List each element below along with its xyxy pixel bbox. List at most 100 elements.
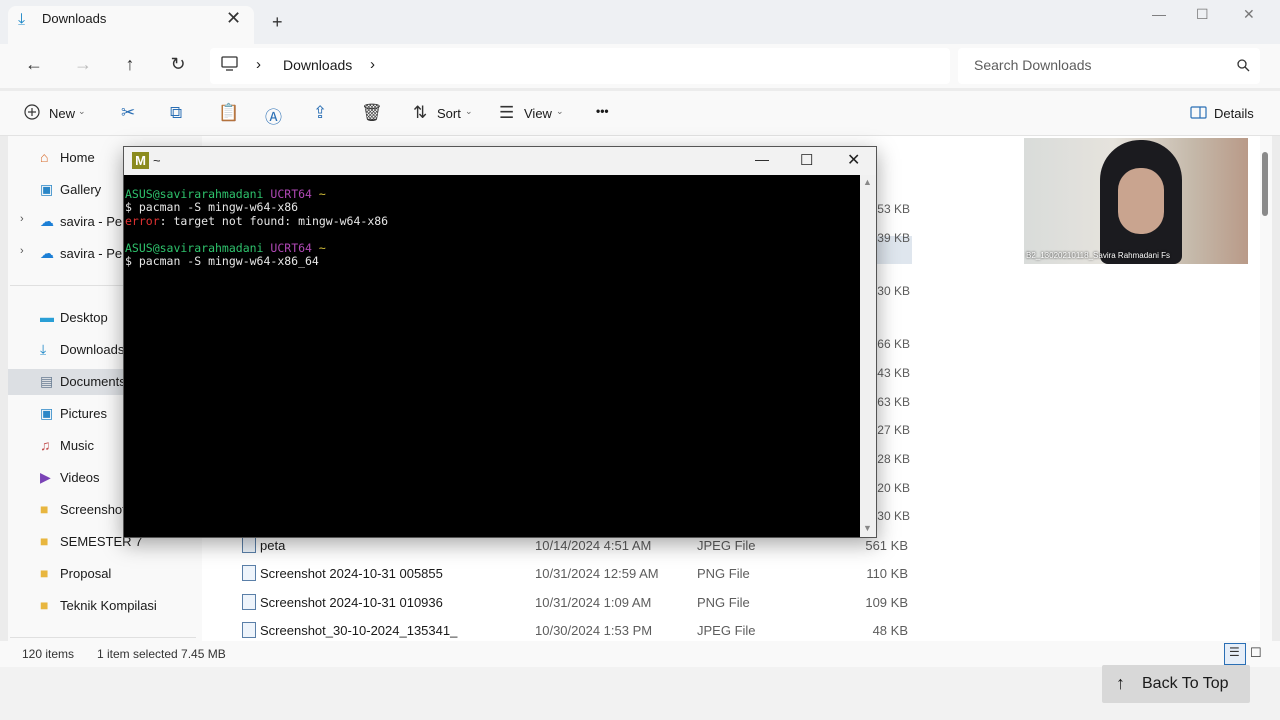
prompt-user: ASUS@savirarahmadani — [125, 241, 264, 255]
scroll-up-icon[interactable]: ▲ — [863, 177, 872, 187]
chevron-down-icon: ⌄ — [465, 106, 473, 116]
sidebar-item-label: Desktop — [60, 310, 108, 325]
image-file-icon — [242, 565, 256, 581]
view-button[interactable]: View — [524, 106, 552, 121]
selection-info: 1 item selected 7.45 MB — [97, 647, 226, 661]
file-size: 561 KB — [865, 538, 908, 553]
delete-icon[interactable]: 🗑 — [361, 103, 383, 123]
sidebar-item-label: Downloads — [60, 342, 125, 357]
error-label: error — [125, 214, 160, 228]
up-arrow-icon[interactable]: ↑ — [118, 54, 142, 75]
music-icon: ♫ — [40, 437, 51, 453]
share-icon[interactable]: ⇪ — [313, 103, 327, 123]
back-to-top-button[interactable]: ↑ Back To Top — [1102, 665, 1250, 703]
new-icon[interactable] — [24, 104, 41, 121]
download-icon: ⤓ — [18, 11, 26, 28]
file-type: PNG File — [697, 595, 750, 610]
scroll-down-icon[interactable]: ▼ — [863, 523, 872, 533]
details-pane-icon — [1190, 106, 1207, 119]
terminal-scrollbar[interactable]: ▲ ▼ — [860, 175, 876, 537]
gallery-icon: ▣ — [40, 181, 54, 197]
prompt-dir: ~ — [318, 187, 326, 201]
table-row[interactable]: Screenshot 2024-10-31 010936 10/31/2024 1… — [240, 588, 920, 616]
search-placeholder: Search Downloads — [974, 57, 1092, 73]
back-arrow-icon[interactable]: ← — [22, 54, 46, 75]
new-tab-button[interactable]: + — [272, 12, 283, 33]
table-row[interactable]: Screenshot_30-10-2024_135341_ 10/30/2024 … — [240, 616, 920, 644]
item-count: 120 items — [22, 647, 75, 661]
tab-title: Downloads — [42, 11, 107, 26]
file-size: 109 KB — [865, 595, 908, 610]
paste-icon[interactable]: 📋 — [218, 103, 239, 123]
new-button[interactable]: New — [49, 106, 75, 121]
sidebar-divider — [10, 637, 196, 638]
image-file-icon — [242, 537, 256, 553]
file-date: 10/31/2024 12:59 AM — [535, 566, 659, 581]
terminal-window[interactable]: M ~ — ☐ ✕ ASUS@savirarahmadani UCRT64 ~ … — [123, 146, 877, 538]
list-icon: ☰ — [1229, 645, 1240, 659]
sort-button[interactable]: Sort — [437, 106, 461, 121]
sidebar-item-teknik-kompilasi[interactable]: ■ Teknik Kompilasi — [8, 593, 194, 619]
sidebar-item-label: Documents — [60, 374, 126, 389]
sidebar-item-proposal[interactable]: ■ Proposal — [8, 561, 194, 587]
computer-icon — [221, 56, 238, 71]
file-date: 10/30/2024 1:53 PM — [535, 623, 653, 638]
details-button[interactable]: Details — [1214, 106, 1254, 121]
file-date: 10/14/2024 4:51 AM — [535, 538, 652, 553]
table-row[interactable]: Screenshot 2024-10-31 005855 10/31/2024 1… — [240, 559, 920, 587]
command-bar — [0, 91, 1280, 136]
terminal-output[interactable]: ASUS@savirarahmadani UCRT64 ~ $ pacman -… — [124, 175, 860, 537]
prompt-user: ASUS@savirarahmadani — [125, 187, 264, 201]
folder-icon: ■ — [40, 565, 49, 581]
file-size: 110 KB — [866, 566, 908, 581]
refresh-icon[interactable]: ↻ — [166, 54, 190, 75]
copy-icon[interactable]: ⧉ — [170, 103, 182, 123]
close-window-button[interactable]: ✕ — [1243, 6, 1255, 23]
more-options-button[interactable]: ••• — [596, 104, 609, 118]
chevron-down-icon: ⌄ — [556, 106, 564, 116]
tab-close-button[interactable]: ✕ — [226, 8, 241, 29]
scrollbar-thumb[interactable] — [1262, 152, 1268, 216]
search-icon[interactable] — [1237, 59, 1250, 72]
breadcrumb-separator[interactable]: › — [370, 56, 375, 73]
chevron-right-icon[interactable]: › — [20, 213, 24, 225]
sidebar-item-label: Music — [60, 438, 94, 453]
home-icon: ⌂ — [40, 149, 49, 165]
pictures-icon: ▣ — [40, 405, 54, 421]
sidebar-item-label: Home — [60, 150, 95, 165]
tiles-view-toggle[interactable]: ☐ — [1250, 645, 1262, 661]
prompt-env: UCRT64 — [270, 187, 312, 201]
download-icon: ⤓ — [40, 341, 47, 357]
sidebar-item-label: Screenshots — [60, 502, 133, 517]
file-date: 10/31/2024 1:09 AM — [535, 595, 652, 610]
rename-icon[interactable]: Ⓐ — [265, 103, 282, 128]
sidebar-item-label: Videos — [60, 470, 100, 485]
videos-icon: ▶ — [40, 469, 51, 485]
folder-icon: ■ — [40, 533, 49, 549]
terminal-close-button[interactable]: ✕ — [847, 150, 860, 170]
prompt-dir: ~ — [318, 241, 326, 255]
view-icon: ☰ — [499, 103, 515, 122]
sidebar-item-label: Proposal — [60, 566, 112, 581]
page-footer-area — [0, 667, 1280, 720]
terminal-title: ~ — [153, 153, 161, 168]
back-to-top-label: Back To Top — [1142, 675, 1229, 692]
file-type: PNG File — [697, 566, 750, 581]
chevron-right-icon[interactable]: › — [20, 245, 24, 257]
minimize-button[interactable]: — — [1152, 6, 1166, 22]
error-message: : target not found: mingw-w64-x86 — [159, 214, 389, 228]
sidebar-item-label: Teknik Kompilasi — [60, 598, 157, 613]
terminal-maximize-button[interactable]: ☐ — [800, 151, 813, 169]
file-size: 48 KB — [872, 623, 908, 638]
forward-arrow-icon[interactable]: → — [71, 54, 95, 75]
terminal-minimize-button[interactable]: — — [755, 151, 769, 167]
cloud-icon: ☁ — [40, 245, 54, 261]
file-name: Screenshot_30-10-2024_135341_ — [260, 623, 458, 638]
cut-icon[interactable]: ✂ — [121, 103, 135, 123]
msys2-logo-icon: M — [132, 152, 149, 169]
breadcrumb-downloads[interactable]: Downloads — [283, 57, 352, 73]
folder-icon: ■ — [40, 597, 49, 613]
sidebar-item-label: Pictures — [60, 406, 107, 421]
chevron-down-icon: ⌄ — [78, 106, 86, 116]
maximize-button[interactable]: ☐ — [1196, 6, 1209, 23]
